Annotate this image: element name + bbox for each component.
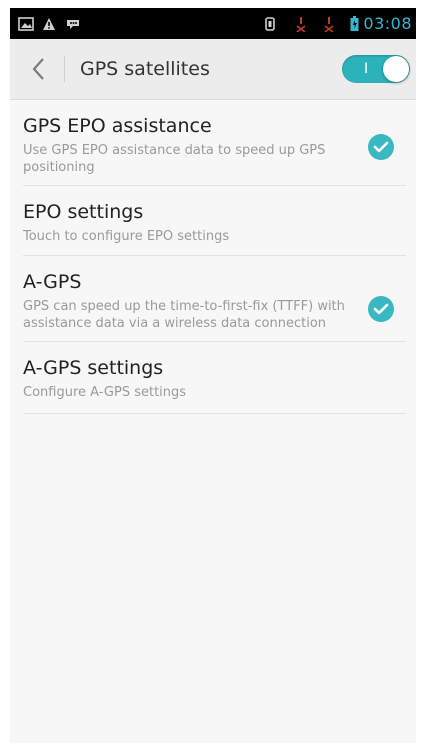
message-icon: [65, 8, 81, 39]
settings-list: GPS EPO assistance Use GPS EPO assistanc…: [10, 100, 416, 414]
signal-off-icon: [323, 8, 335, 39]
checkbox-gps-epo-assistance[interactable]: [368, 134, 394, 160]
setting-summary: Touch to configure EPO settings: [23, 229, 230, 244]
checkbox-a-gps[interactable]: [368, 296, 394, 322]
toggle-on-label: I: [364, 61, 369, 77]
setting-epo-settings[interactable]: EPO settings Touch to configure EPO sett…: [23, 186, 406, 256]
setting-a-gps[interactable]: A-GPS GPS can speed up the time-to-first…: [23, 256, 406, 342]
setting-summary: Use GPS EPO assistance data to speed up …: [23, 143, 326, 175]
setting-title: EPO settings: [23, 201, 144, 223]
toggle-knob[interactable]: [383, 56, 409, 82]
chevron-left-icon: [32, 58, 44, 80]
setting-summary: GPS can speed up the time-to-first-fix (…: [23, 299, 345, 331]
status-bar: 03:08: [10, 8, 416, 39]
signal-off-icon: [295, 8, 307, 39]
warning-icon: [42, 8, 56, 39]
check-icon: [373, 303, 389, 315]
page-title: GPS satellites: [80, 58, 210, 80]
check-icon: [373, 141, 389, 153]
action-bar-divider: [64, 56, 65, 82]
image-icon: [18, 8, 34, 39]
action-bar: GPS satellites I: [10, 39, 416, 100]
setting-title: A-GPS settings: [23, 357, 164, 379]
status-time: 03:08: [363, 14, 412, 33]
gps-toggle[interactable]: I: [342, 55, 410, 83]
setting-summary: Configure A-GPS settings: [23, 385, 187, 400]
setting-title: GPS EPO assistance: [23, 115, 212, 137]
setting-gps-epo-assistance[interactable]: GPS EPO assistance Use GPS EPO assistanc…: [23, 100, 406, 186]
back-button[interactable]: [28, 55, 48, 83]
screen: 03:08 GPS satellites I GPS EPO assistanc…: [10, 8, 416, 743]
battery-icon: [350, 8, 359, 39]
setting-title: A-GPS: [23, 271, 82, 293]
sim-icon: [265, 8, 275, 39]
setting-a-gps-settings[interactable]: A-GPS settings Configure A-GPS settings: [23, 342, 406, 414]
